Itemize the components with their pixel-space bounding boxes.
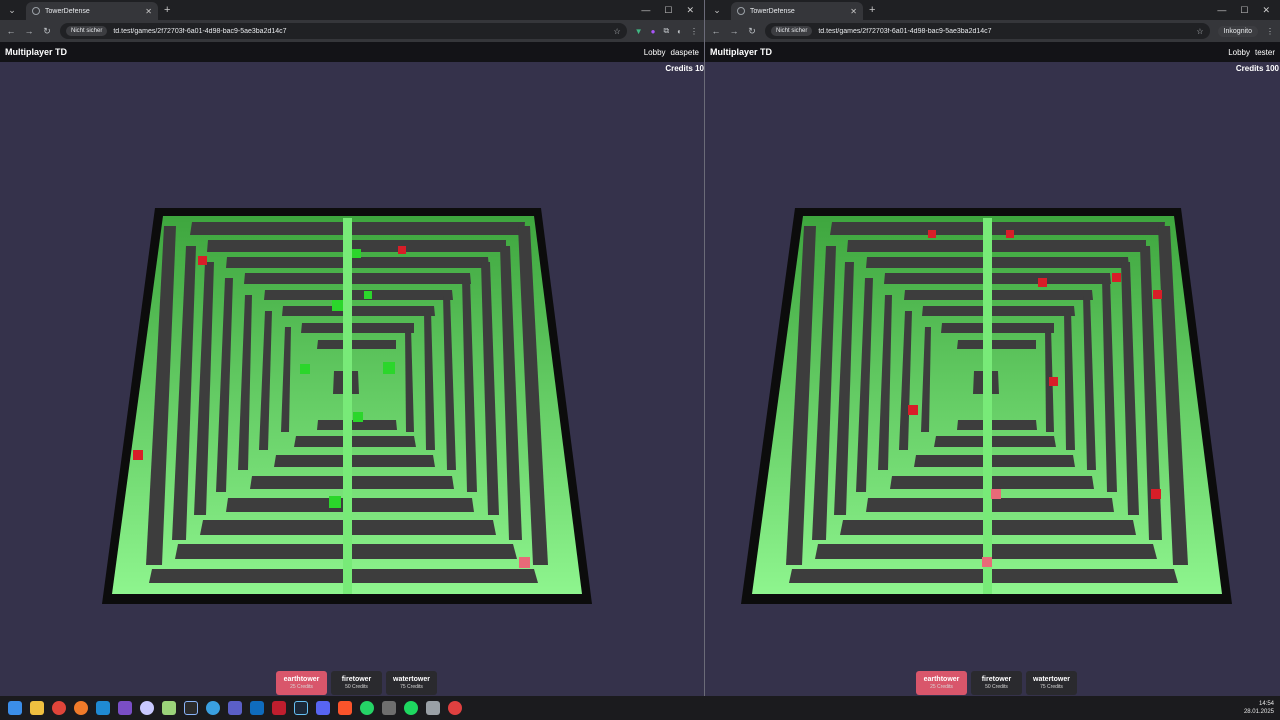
chrome-icon[interactable] [52, 701, 66, 715]
tower-name: earthtower [923, 676, 960, 683]
tower-cost: 75 Credits [1040, 684, 1063, 690]
clock-time: 14:54 [1258, 701, 1274, 707]
brave-icon[interactable] [338, 701, 352, 715]
game-board[interactable] [705, 0, 1280, 696]
tower-cost: 25 Credits [290, 684, 313, 690]
tower-name: watertower [393, 676, 430, 683]
watertower-button[interactable]: watertower 75 Credits [1026, 671, 1077, 695]
app-icon[interactable] [140, 701, 154, 715]
file-explorer-icon[interactable] [30, 701, 44, 715]
tower-cost: 50 Credits [985, 684, 1008, 690]
steam-icon[interactable] [294, 701, 308, 715]
firetower-button[interactable]: firetower 50 Credits [971, 671, 1022, 695]
tower-name: firetower [981, 676, 1012, 683]
system-clock[interactable]: 14:54 28.01.2025 [1244, 700, 1274, 716]
discord-icon[interactable] [316, 701, 330, 715]
filezilla-icon[interactable] [272, 701, 286, 715]
tower-shop: earthtower 25 Credits firetower 50 Credi… [916, 671, 1077, 695]
vscode-icon[interactable] [96, 701, 110, 715]
maze-right[interactable] [741, 208, 1232, 604]
center-path [983, 218, 992, 594]
windows-taskbar: 14:54 28.01.2025 [0, 696, 1280, 720]
earthtower-button[interactable]: earthtower 25 Credits [276, 671, 327, 695]
browser-window-left: ⌄ TowerDefense ✕ + — ☐ ✕ ← → ↻ Nicht sic… [0, 0, 704, 696]
terminal-icon[interactable] [184, 701, 198, 715]
windows-start-icon[interactable] [8, 701, 22, 715]
tower-name: firetower [341, 676, 372, 683]
tower-name: earthtower [283, 676, 320, 683]
visual-studio-icon[interactable] [118, 701, 132, 715]
tower-name: watertower [1033, 676, 1070, 683]
spotify-icon[interactable] [404, 701, 418, 715]
tower-cost: 50 Credits [345, 684, 368, 690]
maze-left[interactable] [102, 208, 592, 604]
tower-cost: 25 Credits [930, 684, 953, 690]
outlook-icon[interactable] [250, 701, 264, 715]
recorder-icon[interactable] [448, 701, 462, 715]
watertower-button[interactable]: watertower 75 Credits [386, 671, 437, 695]
screen: ⌄ TowerDefense ✕ + — ☐ ✕ ← → ↻ Nicht sic… [0, 0, 1280, 720]
tower-cost: 75 Credits [400, 684, 423, 690]
earthtower-button[interactable]: earthtower 25 Credits [916, 671, 967, 695]
browser-window-right: ⌄ TowerDefense ✕ + — ☐ ✕ ← → ↻ Nicht sic… [705, 0, 1280, 696]
center-path [343, 218, 352, 594]
firetower-button[interactable]: firetower 50 Credits [331, 671, 382, 695]
game-board[interactable] [0, 0, 704, 696]
teams-icon[interactable] [228, 701, 242, 715]
tower-shop: earthtower 25 Credits firetower 50 Credi… [276, 671, 437, 695]
firefox-icon[interactable] [74, 701, 88, 715]
browser-icon[interactable] [206, 701, 220, 715]
whatsapp-icon[interactable] [360, 701, 374, 715]
clock-date: 28.01.2025 [1243, 709, 1274, 715]
virtualbox-icon[interactable] [382, 701, 396, 715]
calculator-icon[interactable] [426, 701, 440, 715]
notepad-icon[interactable] [162, 701, 176, 715]
